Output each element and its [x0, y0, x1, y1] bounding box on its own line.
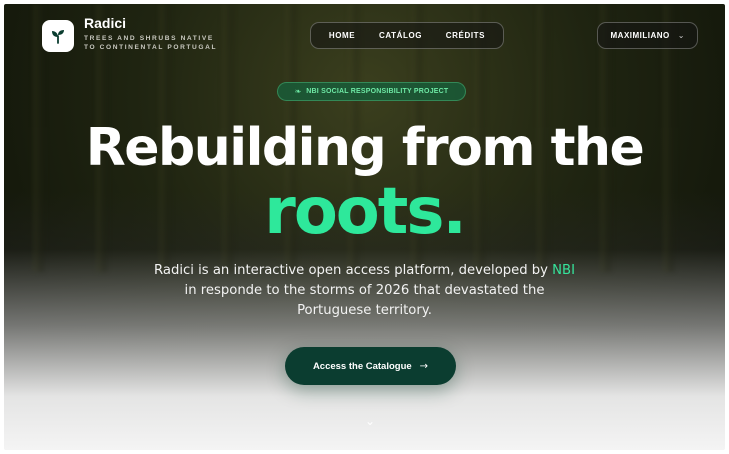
- nav-item-home[interactable]: HOME: [329, 31, 355, 40]
- nbi-link[interactable]: NBI: [552, 263, 575, 278]
- brand-name: Radici: [84, 15, 127, 31]
- main-nav: HOME CATÁLOG CRÉDITS: [310, 22, 504, 49]
- cta-label: Access the Catalogue: [312, 360, 412, 372]
- nav-item-credits[interactable]: CRÉDITS: [446, 31, 485, 40]
- brand-tagline-line2: TO CONTINENTAL PORTUGAL: [84, 44, 218, 51]
- arrow-right-icon: →: [419, 360, 429, 372]
- user-menu-button[interactable]: MAXIMILIANO ⌄: [597, 22, 698, 49]
- sprout-icon: [52, 30, 64, 44]
- chevron-down-icon: ⌄: [677, 31, 685, 40]
- sprout-icon: ❧: [294, 87, 302, 96]
- nav-item-catalog[interactable]: CATÁLOG: [379, 31, 422, 40]
- hero-description: Radici is an interactive open access pla…: [150, 261, 579, 321]
- brand-tagline-line1: TREES AND SHRUBS NATIVE: [84, 35, 214, 42]
- description-part2: in responde to the storms of 2026 that d…: [184, 283, 545, 318]
- brand-tagline: TREES AND SHRUBS NATIVE TO CONTINENTAL P…: [84, 34, 234, 52]
- logo[interactable]: [42, 20, 74, 52]
- project-badge: ❧ NBI SOCIAL RESPONSIBILITY PROJECT: [277, 82, 466, 101]
- access-catalogue-button[interactable]: Access the Catalogue →: [285, 347, 456, 385]
- user-name: MAXIMILIANO: [610, 31, 670, 40]
- headline-line2: roots.: [264, 175, 467, 249]
- description-part1: Radici is an interactive open access pla…: [154, 263, 553, 278]
- scroll-down-chevron-icon[interactable]: ⌄: [360, 414, 380, 428]
- badge-text: NBI SOCIAL RESPONSIBILITY PROJECT: [306, 88, 449, 95]
- headline-line1: Rebuilding from the: [85, 118, 645, 178]
